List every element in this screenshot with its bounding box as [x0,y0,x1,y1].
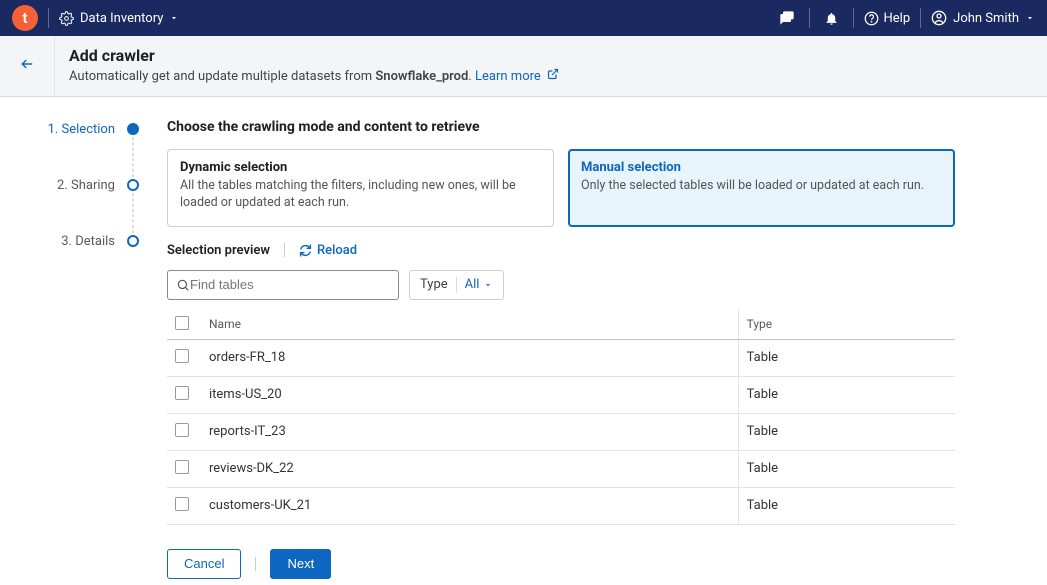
table-row[interactable]: reports-IT_23 Table [167,413,955,450]
external-link-icon [547,69,559,84]
row-checkbox[interactable] [175,386,189,400]
page-header: Add crawler Automatically get and update… [0,36,1047,97]
next-label: Next [287,556,314,571]
row-checkbox[interactable] [175,460,189,474]
sub-pre: Automatically get and update multiple da… [69,69,375,84]
tables-table: Name Type orders-FR_18 Table items-US_20… [167,310,955,525]
step-label: 1. Selection [48,122,115,137]
mode-manual-desc: Only the selected tables will be loaded … [581,178,942,195]
back-button[interactable] [18,57,36,75]
step-dot [127,179,139,191]
cancel-label: Cancel [184,556,224,571]
page-subtitle: Automatically get and update multiple da… [69,68,1033,84]
next-button[interactable]: Next [270,549,331,579]
arrow-left-icon [18,57,36,71]
step-dot [127,235,139,247]
divider [853,8,854,28]
type-filter-value: All [465,277,480,292]
type-filter[interactable]: Type All [409,270,504,300]
divider [920,8,921,28]
learn-more-link[interactable]: Learn more [475,69,541,84]
chevron-down-icon [1025,13,1035,23]
col-name-header: Name [201,310,738,340]
col-type-header: Type [738,310,955,340]
help-label: Help [884,11,911,26]
row-type: Table [738,413,955,450]
divider [48,8,49,28]
app-logo[interactable]: t [12,5,38,31]
selection-preview-label: Selection preview [167,243,270,258]
user-menu[interactable]: John Smith [931,10,1035,26]
chevron-down-icon [483,280,493,290]
row-name: reports-IT_23 [201,413,738,450]
table-row[interactable]: reviews-DK_22 Table [167,450,955,487]
row-name: orders-FR_18 [201,339,738,376]
row-checkbox[interactable] [175,349,189,363]
table-row[interactable]: orders-FR_18 Table [167,339,955,376]
reload-link[interactable]: Reload [299,243,357,258]
stepper: 1. Selection 2. Sharing 3. Details [0,119,145,251]
row-name: reviews-DK_22 [201,450,738,487]
app-switcher-label: Data Inventory [80,11,163,26]
step-label: 3. Details [61,234,115,249]
row-type: Table [738,487,955,524]
mode-manual-card[interactable]: Manual selection Only the selected table… [568,149,955,227]
divider [284,243,285,257]
reload-icon [299,244,312,257]
find-tables-input[interactable] [190,277,390,292]
row-name: items-US_20 [201,376,738,413]
mode-manual-title: Manual selection [581,160,942,175]
help-icon [864,11,879,26]
help-link[interactable]: Help [864,11,911,26]
row-type: Table [738,450,955,487]
user-name: John Smith [953,11,1019,26]
search-icon [176,278,190,292]
mode-dynamic-title: Dynamic selection [180,160,541,175]
table-row[interactable]: customers-UK_21 Table [167,487,955,524]
bell-icon[interactable] [820,11,843,26]
user-icon [931,10,947,26]
table-row[interactable]: items-US_20 Table [167,376,955,413]
type-filter-label: Type [420,277,448,292]
row-type: Table [738,376,955,413]
step-sharing[interactable]: 2. Sharing [0,175,145,195]
app-switcher[interactable]: Data Inventory [59,11,179,26]
sub-strong: Snowflake_prod [375,69,468,84]
step-dot [127,123,139,135]
page-title: Add crawler [69,46,1033,65]
row-checkbox[interactable] [175,497,189,511]
cancel-button[interactable]: Cancel [167,549,241,579]
chevron-down-icon [169,13,179,23]
divider [255,557,256,571]
select-all-checkbox[interactable] [175,316,189,330]
learn-more-label: Learn more [475,69,541,84]
app-icon [59,11,74,26]
divider [456,277,457,293]
row-name: customers-UK_21 [201,487,738,524]
top-nav: t Data Inventory Help John Smith [0,0,1047,36]
reload-label: Reload [317,243,357,258]
chat-icon[interactable] [775,10,799,26]
find-tables-search[interactable] [167,270,399,300]
step-label: 2. Sharing [57,178,115,193]
step-selection[interactable]: 1. Selection [0,119,145,139]
section-heading: Choose the crawling mode and content to … [167,119,955,135]
mode-dynamic-card[interactable]: Dynamic selection All the tables matchin… [167,149,554,227]
step-details[interactable]: 3. Details [0,231,145,251]
row-type: Table [738,339,955,376]
divider [809,8,810,28]
mode-dynamic-desc: All the tables matching the filters, inc… [180,178,541,212]
row-checkbox[interactable] [175,423,189,437]
